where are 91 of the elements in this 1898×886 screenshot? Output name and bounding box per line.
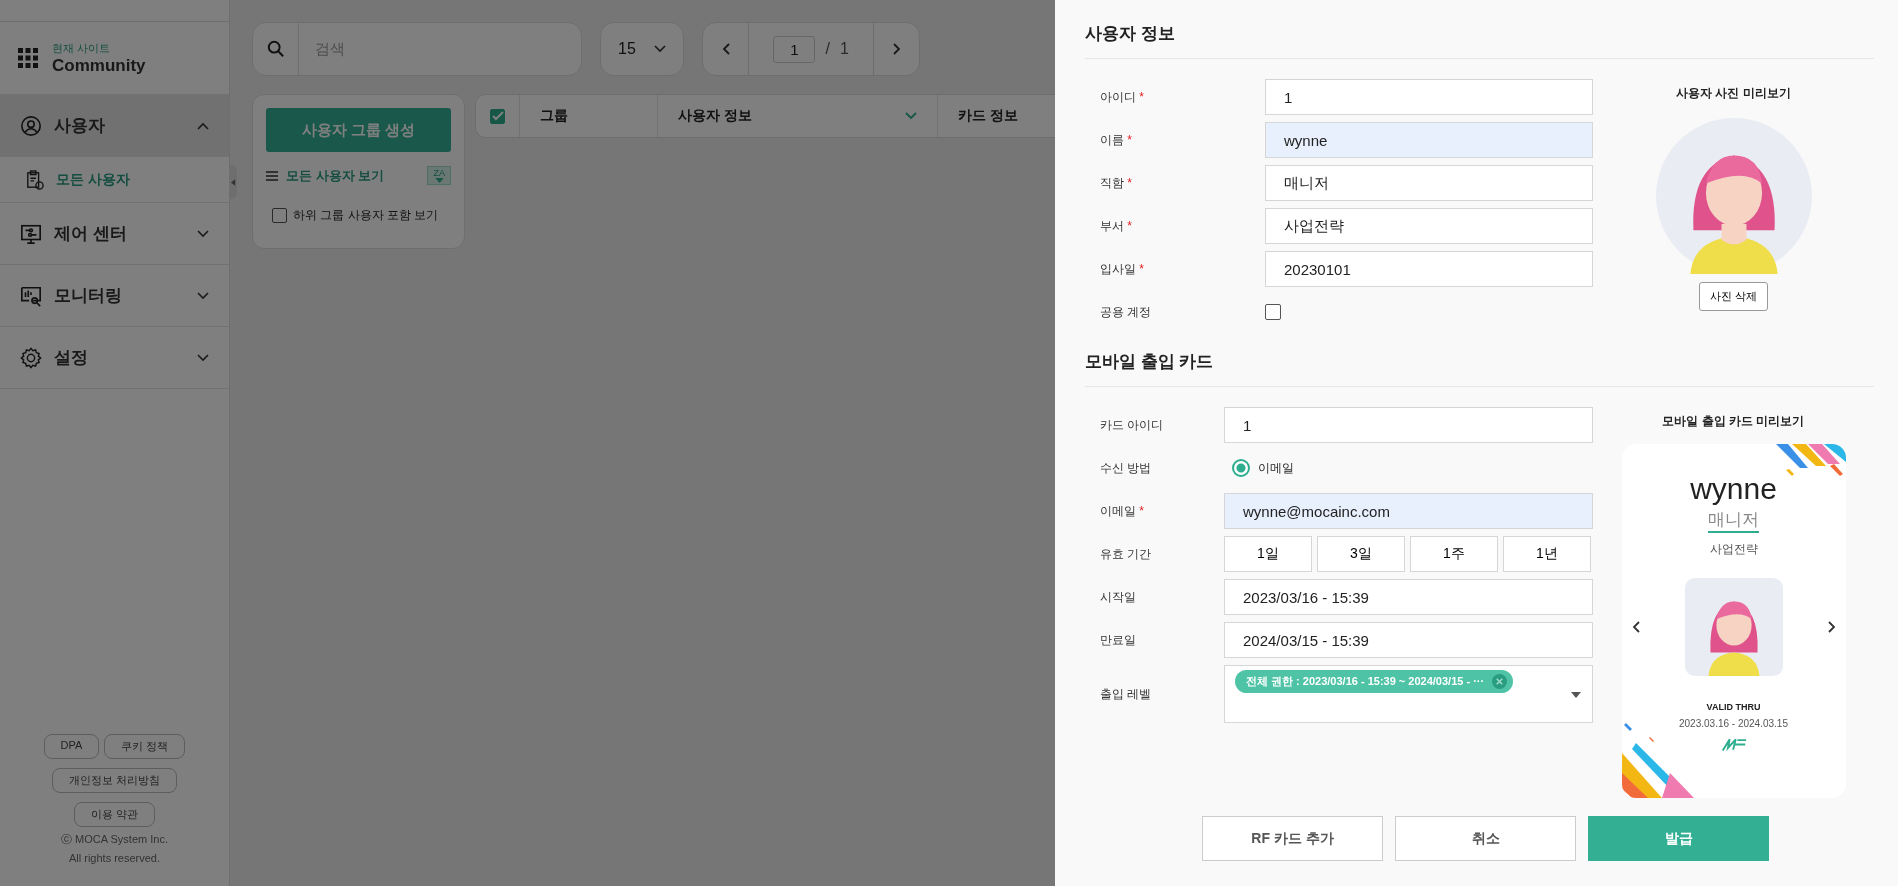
checkbox-label: 하위 그룹 사용자 포함 보기 (293, 207, 439, 224)
checkbox[interactable] (272, 208, 287, 223)
logo-icon (1720, 737, 1747, 752)
sort-arrow-icon (434, 178, 444, 183)
clipboard-user-icon (26, 169, 44, 190)
action-button[interactable]: RF 카드 추가 (1202, 816, 1383, 861)
input-field[interactable]: 1 (1265, 79, 1593, 115)
column-header[interactable]: 사용자 정보 (678, 107, 752, 125)
field-label: 수신 방법 (1100, 459, 1153, 477)
page-size-select[interactable]: 15 (600, 22, 684, 76)
menu-item[interactable]: 설정 (0, 327, 229, 389)
footer-link[interactable]: 개인정보 처리방침 (51, 768, 178, 793)
corner-stripes-drawing (1775, 444, 1846, 476)
footer-link[interactable]: 쿠키 정책 (104, 734, 186, 759)
menu-item[interactable]: 사용자 (0, 95, 229, 157)
card-name: wynne (1690, 472, 1777, 506)
input-field[interactable]: wynne@mocainc.com (1224, 493, 1593, 529)
input-field[interactable]: 1 (1224, 407, 1593, 443)
field-label: 아이디 * (1100, 88, 1145, 106)
list-icon (266, 170, 278, 181)
apps-grid-icon[interactable] (18, 48, 38, 68)
chart-search-icon (20, 284, 42, 307)
input-field[interactable]: 2023/03/16 - 15:39 (1224, 579, 1593, 615)
user-icon (20, 114, 42, 137)
collapse-handle[interactable] (229, 165, 237, 199)
settings-icon (20, 346, 42, 369)
field-label: 만료일 (1100, 631, 1137, 649)
view-all-users-link[interactable]: 모든 사용자 보기 (286, 166, 385, 185)
access-level-tag: 전체 권한 : 2023/03/16 - 15:39 ~ 2024/03/15 - ··· (1235, 670, 1514, 693)
select-all-checkbox[interactable] (490, 108, 505, 124)
chevron-icon (197, 229, 209, 238)
field-label: 부서 * (1100, 217, 1133, 235)
monitor-icon (20, 222, 42, 245)
chevron-right-icon[interactable] (1827, 621, 1836, 633)
page-input[interactable]: 1 (773, 35, 816, 63)
valid-thru-label: VALID THRU (1706, 702, 1761, 712)
remove-icon[interactable] (1492, 674, 1508, 689)
chevron-down-icon (653, 45, 666, 53)
delete-photo-button[interactable]: 사진 삭제 (1698, 282, 1769, 311)
input-field[interactable]: 20230101 (1265, 251, 1593, 287)
chevron-left-icon (721, 43, 730, 55)
card-department: 사업전략 (1709, 541, 1758, 558)
period-button[interactable]: 1일 (1224, 536, 1312, 572)
footer-link[interactable]: 이용 약관 (73, 802, 156, 827)
input-field[interactable]: wynne (1265, 122, 1593, 158)
period-button[interactable]: 1년 (1503, 536, 1591, 572)
footer-link[interactable]: DPA (43, 734, 100, 759)
section-title: 모바일 출입 카드 (1085, 346, 1874, 387)
input-field[interactable]: 2024/03/15 - 15:39 (1224, 622, 1593, 658)
chevron-left-icon[interactable] (1631, 621, 1640, 633)
radio-label: 이메일 (1258, 459, 1294, 477)
field-label: 이름 * (1100, 131, 1133, 149)
field-label: 직함 * (1100, 174, 1133, 192)
chevron-icon (197, 121, 209, 130)
field-label: 이메일 * (1100, 502, 1145, 520)
radio-button[interactable] (1232, 459, 1250, 477)
sort-chevron-icon (905, 112, 917, 120)
dropdown-arrow-icon (1571, 692, 1581, 698)
field-label: 시작일 (1100, 588, 1137, 606)
preview-title: 모바일 출입 카드 미리보기 (1662, 413, 1805, 430)
chevron-icon (197, 291, 209, 300)
chevron-icon (197, 353, 209, 362)
column-header[interactable]: 그룹 (540, 107, 568, 125)
site-name: Community (52, 55, 146, 76)
site-label: 현재 사이트 (52, 40, 112, 56)
menu-item[interactable]: 모니터링 (0, 265, 229, 327)
field-label: 출입 레벨 (1100, 685, 1153, 703)
section-title: 사용자 정보 (1085, 18, 1874, 59)
total-pages: 1 (839, 40, 849, 58)
preview-title: 사용자 사진 미리보기 (1676, 85, 1791, 102)
period-button[interactable]: 3일 (1317, 536, 1405, 572)
page-separator: / (825, 40, 830, 58)
checkbox[interactable] (1265, 304, 1281, 320)
input-field[interactable]: 사업전략 (1265, 208, 1593, 244)
issue-button[interactable]: 발급 (1588, 816, 1769, 861)
field-label: 공용 계정 (1100, 303, 1153, 321)
copyright-text: ⓒ MOCA System Inc. (61, 832, 168, 847)
card-position: 매니저 (1708, 508, 1759, 533)
field-label: 유효 기간 (1100, 545, 1153, 563)
field-label: 입사일 * (1100, 260, 1145, 278)
copyright-text: All rights reserved. (68, 852, 161, 864)
column-header[interactable]: 카드 정보 (958, 107, 1018, 125)
action-button[interactable]: 취소 (1395, 816, 1576, 861)
field-label: 카드 아이디 (1100, 416, 1165, 434)
menu-item[interactable]: 제어 센터 (0, 203, 229, 265)
period-button[interactable]: 1주 (1410, 536, 1498, 572)
submenu-item[interactable]: 모든 사용자 (0, 157, 229, 203)
input-field[interactable]: 매니저 (1265, 165, 1593, 201)
valid-range: 2023.03.16 - 2024.03.15 (1679, 718, 1788, 729)
search-icon (266, 40, 285, 58)
chevron-right-icon (892, 43, 901, 55)
